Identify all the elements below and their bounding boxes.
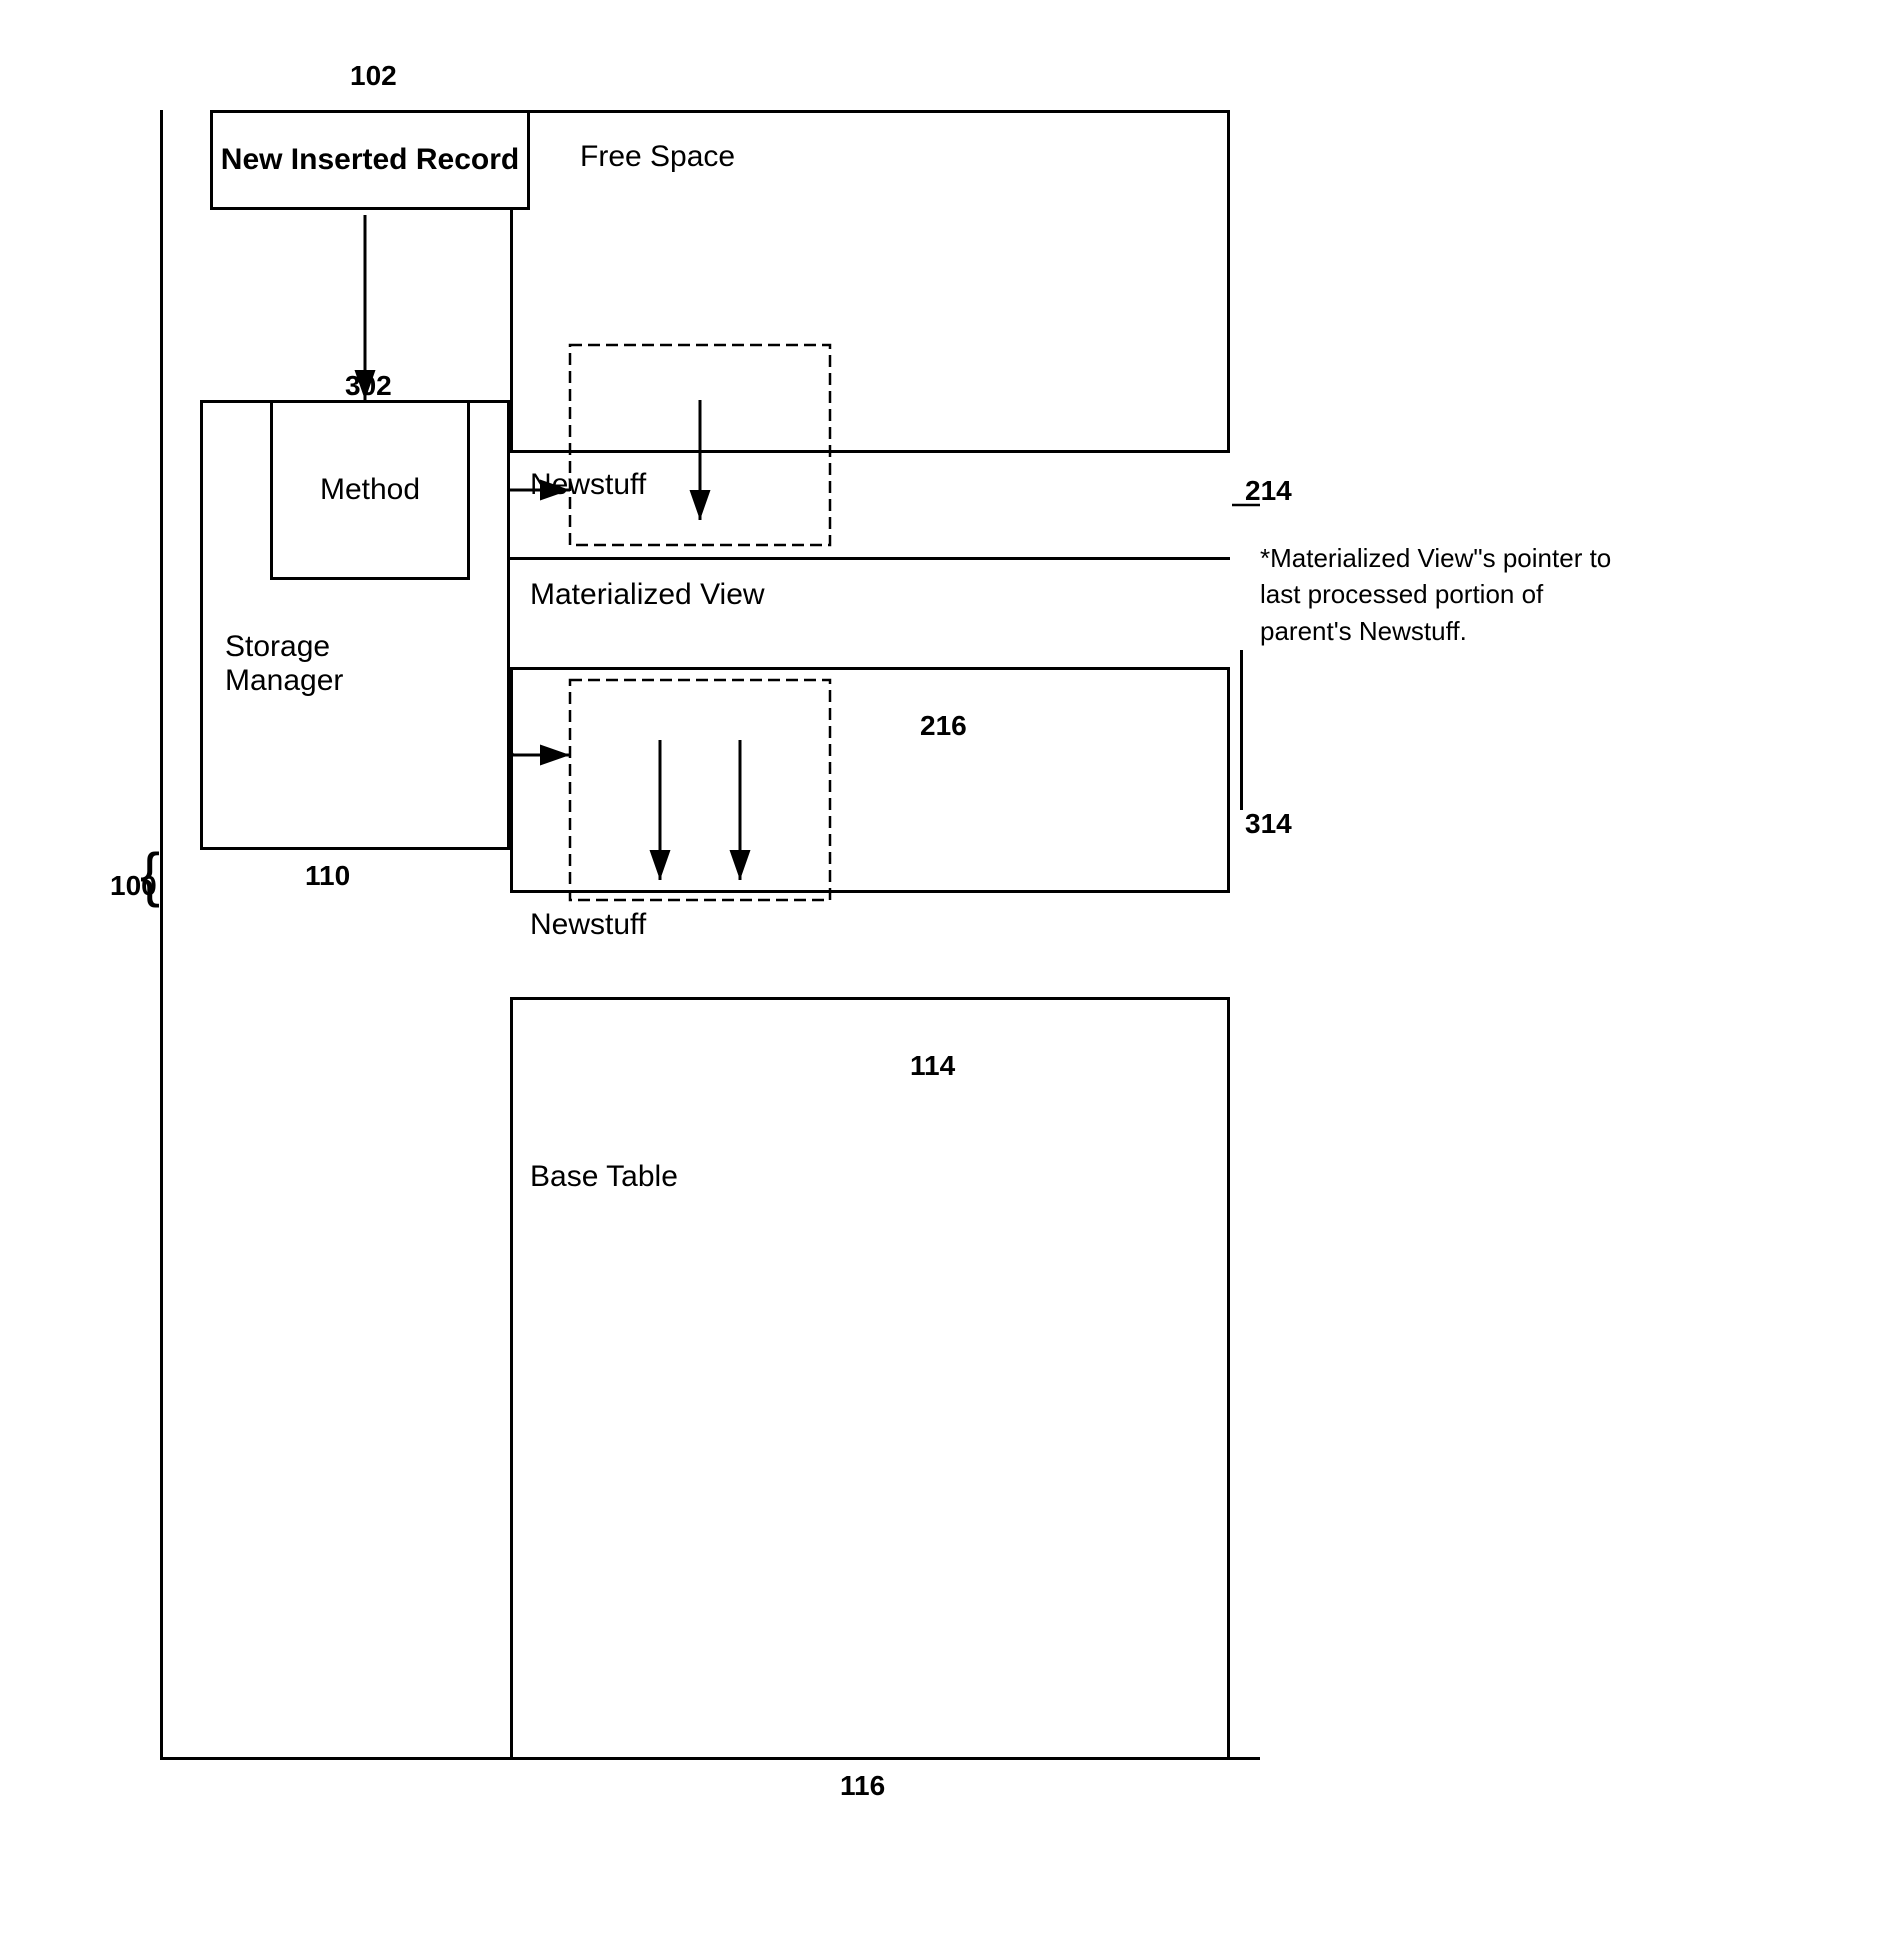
newstuff-bottom-label: Newstuff (530, 908, 646, 942)
newstuff-top-section (510, 450, 1230, 560)
label-100: 100 (110, 870, 157, 902)
free-space-label: Free Space (580, 140, 735, 174)
label-110: 110 (305, 860, 350, 892)
label-116: 116 (840, 1770, 885, 1802)
label-314: 314 (1245, 808, 1292, 840)
label-114: 114 (910, 1050, 955, 1082)
label-302: 302 (345, 370, 392, 402)
mat-view-label: Materialized View (530, 578, 765, 612)
label-102: 102 (350, 60, 397, 92)
annotation-line (1240, 650, 1243, 810)
base-table-label: Base Table (530, 1160, 678, 1194)
storage-manager-label: StorageManager (225, 630, 343, 698)
label-216: 216 (920, 710, 967, 742)
annotation-text: *Materialized View"s pointer to last pro… (1260, 540, 1640, 649)
method-box: Method (270, 400, 470, 580)
newstuff-top-label: Newstuff (530, 468, 646, 502)
new-inserted-record-box: New Inserted Record (210, 110, 530, 210)
mat-view-section (510, 560, 1230, 670)
label-214: 214 (1245, 475, 1292, 507)
newstuff-bottom-section (510, 890, 1230, 1000)
